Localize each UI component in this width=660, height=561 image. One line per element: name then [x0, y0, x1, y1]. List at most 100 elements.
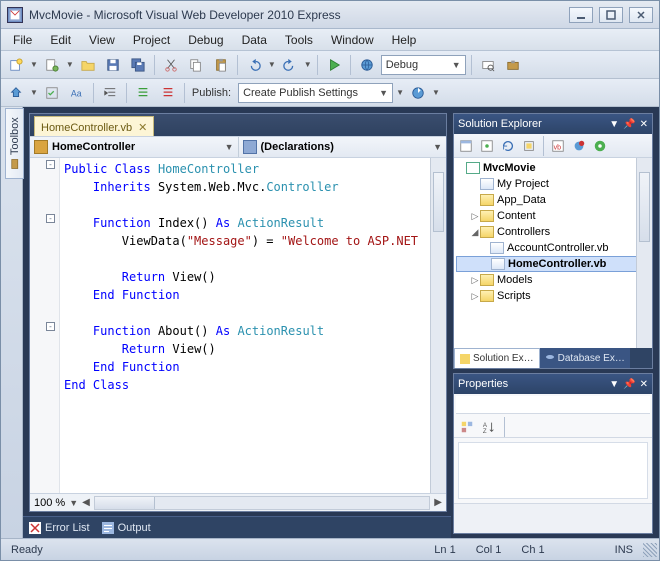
menu-edit[interactable]: Edit [42, 31, 79, 49]
copy-web-button[interactable] [570, 137, 588, 155]
solution-tree[interactable]: MvcMovie My Project App_Data ▷Content ◢C… [454, 158, 652, 348]
solution-explorer-tab[interactable]: Solution Ex… [454, 348, 540, 368]
code-editor[interactable]: Public Class HomeController Inherits Sys… [60, 158, 430, 493]
tree-item: App_Data [497, 194, 546, 206]
svg-text:Aa: Aa [71, 88, 82, 98]
fold-toggle[interactable]: - [46, 322, 55, 331]
bottom-dock: Error List Output [23, 516, 451, 538]
scroll-right-icon[interactable]: ▶ [434, 497, 442, 508]
pin-icon[interactable]: 📌 [623, 379, 635, 390]
save-all-button[interactable] [127, 54, 149, 76]
menu-tools[interactable]: Tools [277, 31, 321, 49]
member-dropdown[interactable]: (Declarations) ▼ [239, 137, 447, 157]
expand-toggle[interactable]: ▷ [470, 275, 480, 286]
alphabetical-button[interactable]: AZ [480, 418, 498, 436]
start-debug-button[interactable] [323, 54, 345, 76]
cut-button[interactable] [160, 54, 182, 76]
save-button[interactable] [102, 54, 124, 76]
menu-project[interactable]: Project [125, 31, 178, 49]
open-file-button[interactable] [77, 54, 99, 76]
output-tab[interactable]: Output [102, 522, 151, 534]
tb2-btn1[interactable] [5, 82, 27, 104]
editor-hscrollbar[interactable] [94, 496, 430, 510]
menu-data[interactable]: Data [234, 31, 275, 49]
find-button[interactable] [477, 54, 499, 76]
menu-view[interactable]: View [81, 31, 123, 49]
file-tab-homecontroller[interactable]: HomeController.vb ✕ [34, 116, 154, 136]
refresh-button[interactable] [499, 137, 517, 155]
close-button[interactable] [629, 7, 653, 23]
undo-button[interactable] [243, 54, 265, 76]
menu-file[interactable]: File [5, 31, 40, 49]
scroll-left-icon[interactable]: ◀ [82, 497, 90, 508]
app-window: MvcMovie - Microsoft Visual Web Develope… [0, 0, 660, 561]
tree-item: Models [497, 274, 532, 286]
panel-dropdown-icon[interactable]: ▼ [609, 119, 619, 130]
copy-button[interactable] [185, 54, 207, 76]
properties-button[interactable] [457, 137, 475, 155]
tree-vscrollbar[interactable] [636, 158, 652, 348]
folder-icon [480, 290, 494, 302]
paste-button[interactable] [210, 54, 232, 76]
tree-item: Content [497, 210, 536, 222]
toolbox-tab[interactable]: Toolbox [5, 108, 24, 179]
configuration-combo[interactable]: Debug▼ [381, 55, 466, 75]
tree-item: Scripts [497, 290, 531, 302]
left-dock: Toolbox [1, 107, 23, 538]
project-icon [466, 162, 480, 174]
pin-icon[interactable]: 📌 [623, 119, 635, 130]
error-list-label: Error List [45, 522, 90, 534]
comment-button[interactable] [132, 82, 154, 104]
fold-toggle[interactable]: - [46, 214, 55, 223]
panel-close-icon[interactable]: ✕ [640, 119, 648, 130]
folder-icon [480, 226, 494, 238]
fold-toggle[interactable]: - [46, 160, 55, 169]
class-dropdown[interactable]: HomeController ▼ [30, 137, 239, 157]
publish-target-combo[interactable]: Create Publish Settings▼ [238, 83, 393, 103]
output-label: Output [118, 522, 151, 534]
tree-item: AccountController.vb [507, 242, 609, 254]
collapse-toggle[interactable]: ◢ [470, 227, 480, 238]
minimize-button[interactable] [569, 7, 593, 23]
menu-debug[interactable]: Debug [180, 31, 231, 49]
expand-toggle[interactable]: ▷ [470, 291, 480, 302]
add-item-button[interactable] [41, 54, 63, 76]
tb2-btn3[interactable]: Aa [66, 82, 88, 104]
editor-vscrollbar[interactable] [430, 158, 446, 493]
folder-icon [480, 274, 494, 286]
redo-button[interactable] [279, 54, 301, 76]
new-project-button[interactable] [5, 54, 27, 76]
browser-select-button[interactable] [356, 54, 378, 76]
nest-button[interactable] [520, 137, 538, 155]
vb-file-icon [491, 258, 505, 270]
maximize-button[interactable] [599, 7, 623, 23]
properties-grid[interactable] [458, 442, 648, 499]
error-list-tab[interactable]: Error List [29, 522, 90, 534]
close-tab-icon[interactable]: ✕ [138, 121, 147, 134]
asp-config-button[interactable] [591, 137, 609, 155]
status-char: Ch 1 [511, 544, 554, 556]
menu-help[interactable]: Help [384, 31, 425, 49]
svg-text:vb: vb [554, 144, 562, 151]
properties-object-combo[interactable] [456, 396, 650, 414]
tb2-btn2[interactable] [41, 82, 63, 104]
uncomment-button[interactable] [157, 82, 179, 104]
properties-header: Properties ▼ 📌 ✕ [454, 374, 652, 394]
properties-toolbar: AZ [454, 416, 652, 438]
view-code-button[interactable]: vb [549, 137, 567, 155]
resize-grip[interactable] [643, 543, 657, 557]
database-explorer-tab[interactable]: Database Ex… [540, 348, 630, 368]
menu-window[interactable]: Window [323, 31, 382, 49]
panel-close-icon[interactable]: ✕ [640, 379, 648, 390]
panel-dropdown-icon[interactable]: ▼ [609, 379, 619, 390]
categorized-button[interactable] [458, 418, 476, 436]
window-title: MvcMovie - Microsoft Visual Web Develope… [29, 8, 569, 22]
show-all-button[interactable] [478, 137, 496, 155]
indent-button[interactable] [99, 82, 121, 104]
publish-web-button[interactable] [407, 82, 429, 104]
vb-file-icon [490, 242, 504, 254]
zoom-level[interactable]: 100 % [34, 497, 65, 509]
code-gutter[interactable]: - - - [30, 158, 60, 493]
expand-toggle[interactable]: ▷ [470, 211, 480, 222]
toolbox-button[interactable] [502, 54, 524, 76]
